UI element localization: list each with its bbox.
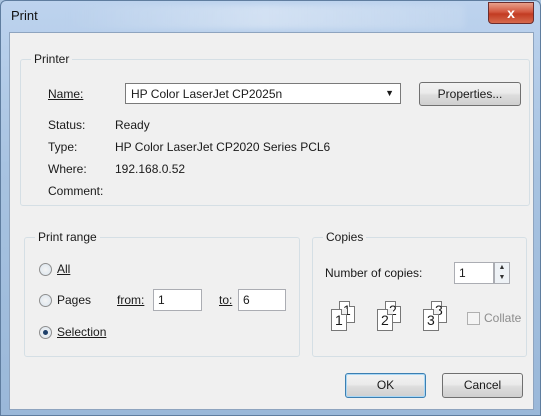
collate-page-number: 2 (381, 312, 389, 328)
from-label: from: (117, 293, 145, 307)
cancel-button[interactable]: Cancel (442, 373, 523, 398)
blurred-background (65, 5, 465, 29)
from-page-input[interactable]: 1 (153, 289, 202, 311)
print-range-group: Print range All Pages from: 1 to: 6 Sele… (24, 230, 300, 357)
title-bar[interactable]: Print x (1, 1, 540, 31)
print-dialog-window: Print x Printer Name: HP Color LaserJet … (0, 0, 541, 416)
close-icon: x (507, 5, 515, 21)
print-range-group-title: Print range (35, 230, 100, 244)
all-radio[interactable] (39, 263, 52, 276)
type-label: Type: (48, 140, 78, 154)
where-value: 192.168.0.52 (115, 162, 186, 176)
pages-radio-label[interactable]: Pages (57, 293, 91, 307)
collate-checkbox[interactable] (467, 312, 480, 325)
type-value: HP Color LaserJet CP2020 Series PCL6 (115, 140, 331, 154)
from-page-value: 1 (158, 293, 165, 307)
window-title: Print (11, 8, 38, 23)
collate-label: Collate (484, 311, 522, 325)
selection-radio-label[interactable]: Selection (57, 325, 106, 339)
copies-group-title: Copies (323, 230, 367, 244)
copies-group: Copies Number of copies: 1 ▲ ▼ 1 1 2 2 3 (312, 230, 527, 357)
copies-value: 1 (459, 266, 466, 280)
to-page-input[interactable]: 6 (238, 289, 286, 311)
ok-button[interactable]: OK (345, 373, 426, 398)
copies-spinner[interactable]: ▲ ▼ (494, 262, 510, 284)
comment-label: Comment: (48, 184, 104, 198)
printer-name-select[interactable]: HP Color LaserJet CP2025n ▼ (125, 83, 401, 104)
to-label: to: (219, 293, 233, 307)
properties-button[interactable]: Properties... (419, 82, 521, 106)
printer-group: Printer Name: HP Color LaserJet CP2025n … (20, 52, 530, 206)
collate-page-number: 1 (335, 312, 343, 328)
spin-down-icon[interactable]: ▼ (495, 273, 509, 283)
collate-page-number: 3 (427, 312, 435, 328)
number-of-copies-label: Number of copies: (325, 266, 423, 280)
to-page-value: 6 (243, 293, 250, 307)
dialog-body: Printer Name: HP Color LaserJet CP2025n … (9, 32, 534, 410)
status-label: Status: (48, 118, 86, 132)
pages-radio[interactable] (39, 294, 52, 307)
properties-button-label: Properties... (437, 87, 503, 101)
printer-name-value: HP Color LaserJet CP2025n (131, 87, 283, 101)
printer-group-title: Printer (31, 52, 73, 66)
cancel-button-label: Cancel (463, 378, 502, 392)
where-label: Where: (48, 162, 87, 176)
selection-radio[interactable] (39, 326, 52, 339)
all-radio-label[interactable]: All (57, 262, 70, 276)
ok-button-label: OK (376, 378, 395, 392)
close-button[interactable]: x (488, 2, 534, 24)
copies-input[interactable]: 1 (454, 262, 494, 284)
spin-up-icon[interactable]: ▲ (495, 263, 509, 273)
name-label: Name: (48, 87, 84, 101)
status-value: Ready (115, 118, 150, 132)
chevron-down-icon: ▼ (385, 88, 394, 98)
